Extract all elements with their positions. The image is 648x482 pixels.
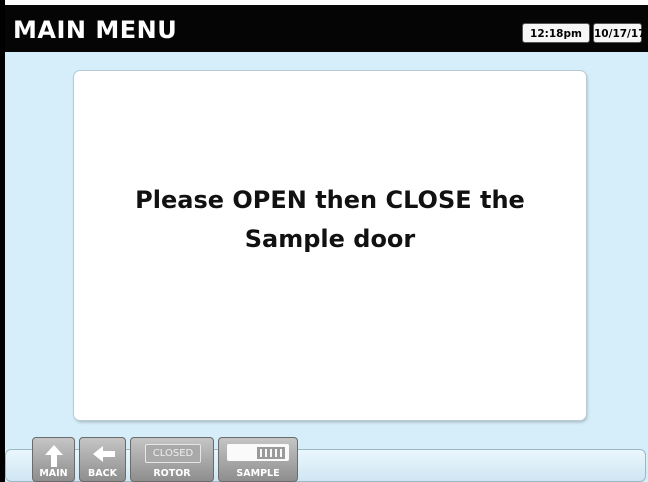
rotor-button[interactable]: CLOSED ROTOR xyxy=(130,437,214,482)
arrow-up-icon xyxy=(45,445,63,467)
rotor-status-indicator: CLOSED xyxy=(145,444,201,463)
back-button[interactable]: BACK xyxy=(79,437,126,482)
header-bar: MAIN MENU 12:18pm 10/17/17 xyxy=(5,5,648,52)
main-button-label: MAIN xyxy=(39,468,68,479)
message-panel: Please OPEN then CLOSE the Sample door xyxy=(74,71,586,420)
content-area: Please OPEN then CLOSE the Sample door M… xyxy=(5,52,648,482)
sample-button[interactable]: SAMPLE xyxy=(218,437,298,482)
time-display: 12:18pm xyxy=(522,23,590,43)
page-title: MAIN MENU xyxy=(13,16,178,44)
main-button[interactable]: MAIN xyxy=(32,437,75,482)
back-button-label: BACK xyxy=(88,468,117,479)
sample-button-label: SAMPLE xyxy=(236,468,280,479)
rotor-button-label: ROTOR xyxy=(153,468,191,479)
sample-rack-icon xyxy=(257,447,285,459)
arrow-left-icon xyxy=(93,446,115,462)
instruction-message: Please OPEN then CLOSE the Sample door xyxy=(74,181,586,259)
sample-indicator xyxy=(227,444,289,461)
instruction-line-2: Sample door xyxy=(244,225,416,253)
date-display: 10/17/17 xyxy=(593,23,646,43)
instruction-line-1: Please OPEN then CLOSE the xyxy=(135,186,525,214)
app-window: MAIN MENU 12:18pm 10/17/17 Please OPEN t… xyxy=(0,0,648,482)
